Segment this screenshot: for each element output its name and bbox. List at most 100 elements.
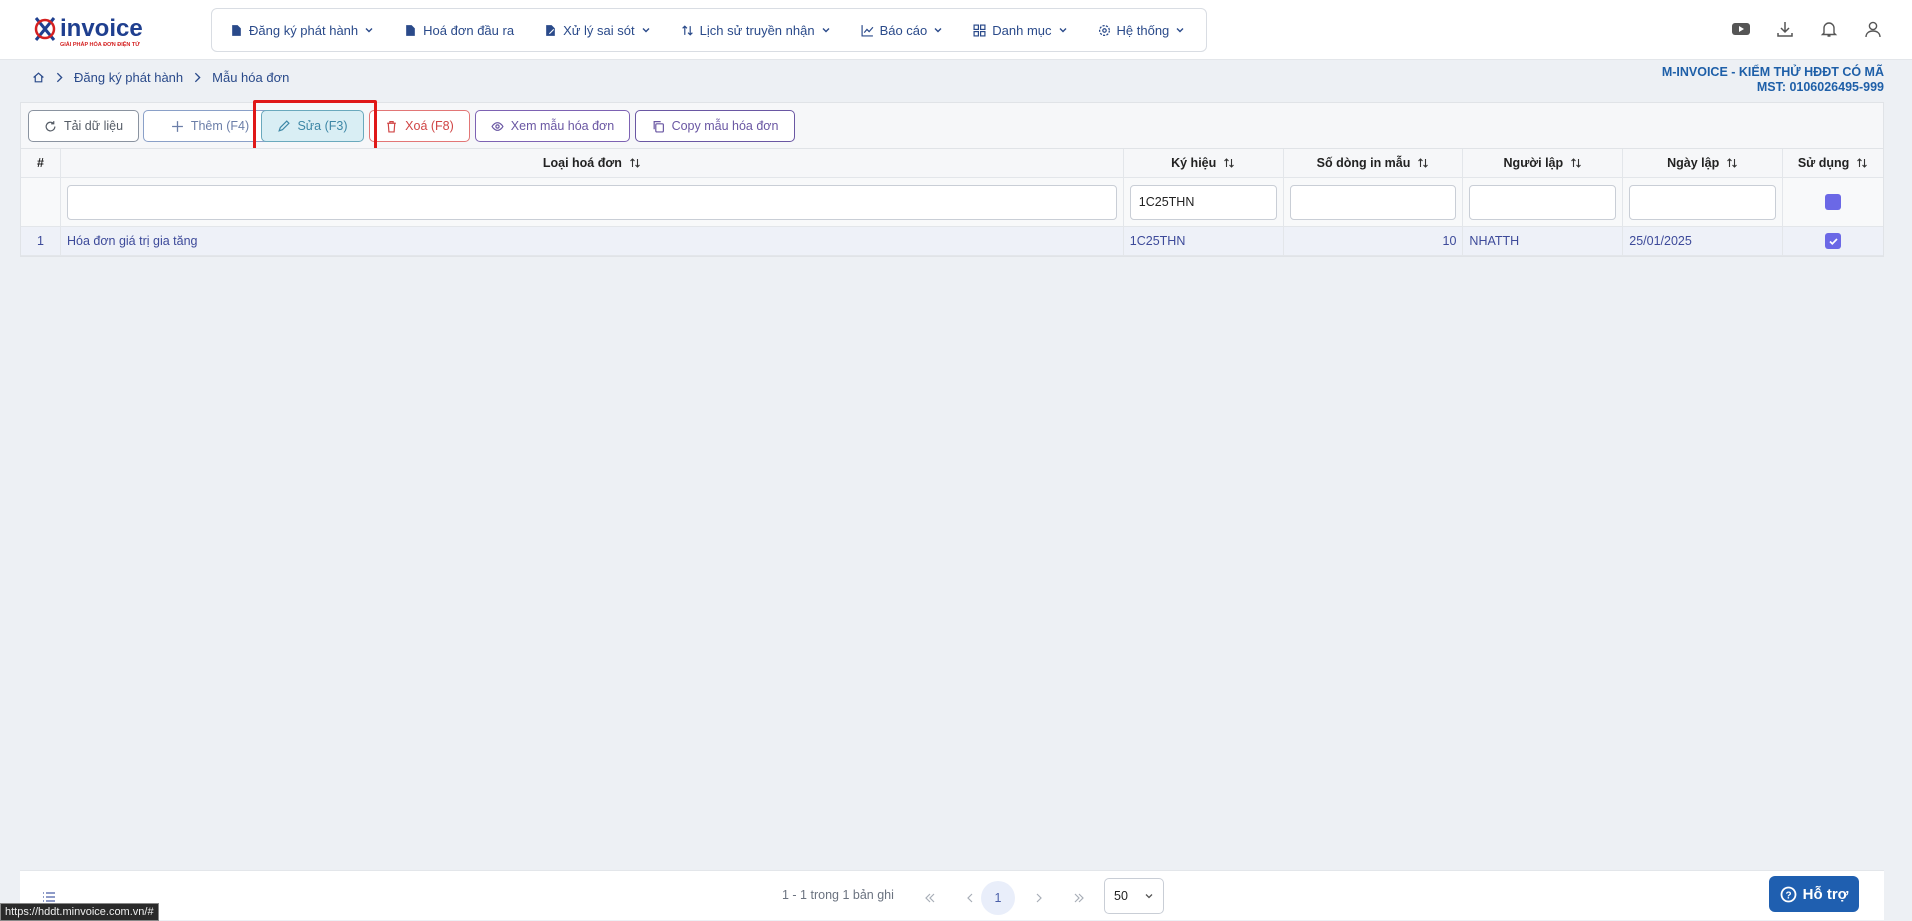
- filter-used-checkbox[interactable]: [1825, 194, 1842, 210]
- file-edit-icon: [546, 24, 555, 36]
- sort-icon: [1571, 158, 1582, 168]
- chevron-down-icon: [822, 28, 830, 33]
- eye-icon: [491, 121, 504, 131]
- next-page-button[interactable]: [1022, 881, 1056, 915]
- status-bar-url: https://hddt.minvoice.com.vn/#: [0, 903, 159, 921]
- col-header-lines[interactable]: Số dòng in mẫu: [1283, 149, 1464, 177]
- nav-he-thong[interactable]: Hệ thống: [1098, 23, 1186, 38]
- filter-type-cell: [60, 178, 1124, 226]
- record-summary: 1 - 1 trong 1 bản ghi: [782, 888, 894, 902]
- filter-lines-cell: [1283, 178, 1464, 226]
- plus-icon: [171, 120, 183, 132]
- add-label: Thêm (F4): [190, 119, 250, 133]
- page-size-value: 50: [1114, 889, 1128, 903]
- col-header-type[interactable]: Loại hoá đơn: [60, 149, 1124, 177]
- top-header: invoice GIẢI PHÁP HÓA ĐƠN ĐIỆN TỬ Đăng k…: [0, 0, 1912, 60]
- col-label: Người lập: [1503, 156, 1564, 170]
- nav-dang-ky-phat-hanh[interactable]: Đăng ký phát hành: [230, 23, 374, 38]
- delete-button[interactable]: Xoá (F8): [369, 110, 470, 142]
- sort-icon: [1727, 158, 1738, 168]
- nav-label: Đăng ký phát hành: [249, 22, 359, 38]
- current-page-button[interactable]: 1: [981, 881, 1015, 915]
- gear-icon: [1098, 24, 1110, 36]
- company-info: M-INVOICE - KIỂM THỬ HĐĐT CÓ MÃ MST: 010…: [1662, 65, 1884, 95]
- copy-template-button[interactable]: Copy mẫu hóa đơn: [635, 110, 795, 142]
- table-header: # Loại hoá đơn Ký hiệu Số dòng in mẫu Ng…: [21, 149, 1883, 178]
- reload-label: Tải dữ liệu: [63, 119, 124, 133]
- company-name: M-INVOICE - KIỂM THỬ HĐĐT CÓ MÃ: [1661, 65, 1884, 79]
- help-icon: ?: [1780, 886, 1797, 902]
- breadcrumb-parent[interactable]: Đăng ký phát hành: [74, 70, 183, 85]
- breadcrumb-current: Mẫu hóa đơn: [212, 70, 290, 85]
- chevron-down-icon: [1059, 28, 1067, 33]
- sort-icon: [681, 24, 693, 36]
- nav-xu-ly-sai-sot[interactable]: Xử lý sai sót: [544, 23, 651, 38]
- col-header-index: #: [21, 149, 61, 177]
- file-icon: [232, 24, 241, 36]
- page-size-select[interactable]: 50: [1104, 878, 1164, 914]
- chevron-down-icon: [1176, 28, 1184, 33]
- home-icon[interactable]: [32, 71, 45, 84]
- reload-button[interactable]: Tải dữ liệu: [28, 110, 139, 142]
- chevron-down-icon: [365, 28, 373, 33]
- filter-symbol-cell: [1123, 178, 1284, 226]
- copy-template-label: Copy mẫu hóa đơn: [671, 119, 779, 133]
- help-button[interactable]: ? Hỗ trợ: [1769, 876, 1859, 912]
- nav-bao-cao[interactable]: Báo cáo: [861, 23, 944, 38]
- chevron-down-icon: [934, 28, 942, 33]
- filter-date-input[interactable]: [1629, 184, 1777, 220]
- help-label: Hỗ trợ: [1802, 885, 1849, 903]
- delete-label: Xoá (F8): [405, 119, 454, 133]
- main-nav: Đăng ký phát hành Hoá đơn đầu ra Xử lý s…: [211, 8, 1207, 52]
- chevron-right-icon: [1036, 893, 1042, 903]
- grid-icon: [973, 23, 986, 37]
- nav-label: Danh mục: [992, 22, 1052, 38]
- nav-label: Hoá đơn đầu ra: [423, 22, 515, 38]
- download-icon[interactable]: [1774, 18, 1796, 40]
- filter-symbol-input[interactable]: [1129, 184, 1277, 220]
- first-page-button[interactable]: [913, 881, 947, 915]
- company-tax: MST: 0106026495-999: [1756, 80, 1884, 94]
- nav-label: Xử lý sai sót: [563, 22, 635, 38]
- col-label: Sử dụng: [1797, 156, 1850, 170]
- sort-icon: [1857, 158, 1868, 168]
- col-header-creator[interactable]: Người lập: [1463, 149, 1624, 177]
- svg-text:GIẢI PHÁP HÓA ĐƠN ĐIỆN TỬ: GIẢI PHÁP HÓA ĐƠN ĐIỆN TỬ: [60, 40, 140, 48]
- filter-creator-input[interactable]: [1469, 184, 1617, 220]
- filter-type-input[interactable]: [66, 184, 1117, 220]
- minvoice-logo[interactable]: invoice GIẢI PHÁP HÓA ĐƠN ĐIỆN TỬ: [32, 10, 172, 50]
- bell-icon[interactable]: [1818, 18, 1840, 40]
- user-icon[interactable]: [1862, 18, 1884, 40]
- col-header-used[interactable]: Sử dụng: [1783, 149, 1883, 177]
- list-icon[interactable]: [42, 890, 56, 904]
- filter-lines-input[interactable]: [1289, 184, 1457, 220]
- row-symbol: 1C25THN: [1123, 227, 1284, 255]
- row-used-cell: [1783, 227, 1883, 255]
- filter-index-cell: [21, 178, 61, 226]
- row-used-checkbox[interactable]: [1825, 233, 1842, 249]
- nav-lich-su-truyen-nhan[interactable]: Lịch sử truyền nhận: [681, 23, 831, 38]
- view-template-button[interactable]: Xem mẫu hóa đơn: [475, 110, 630, 142]
- last-page-button[interactable]: [1062, 881, 1096, 915]
- check-icon: [1828, 237, 1838, 245]
- filter-row: [21, 178, 1883, 227]
- trash-icon: [387, 120, 397, 133]
- row-date: 25/01/2025: [1623, 227, 1784, 255]
- chevron-down-icon: [642, 28, 650, 33]
- col-label: Loại hoá đơn: [542, 156, 622, 170]
- chevron-down-icon: [1145, 894, 1153, 899]
- file-icon: [406, 24, 415, 36]
- youtube-icon[interactable]: [1730, 18, 1752, 40]
- chevrons-right-icon: [1074, 893, 1084, 903]
- chevron-right-icon: [56, 72, 63, 83]
- nav-hoa-don-dau-ra[interactable]: Hoá đơn đầu ra: [404, 23, 514, 38]
- filter-date-cell: [1623, 178, 1784, 226]
- nav-danh-muc[interactable]: Danh mục: [973, 23, 1067, 38]
- row-lines: 10: [1283, 227, 1464, 255]
- col-header-symbol[interactable]: Ký hiệu: [1123, 149, 1284, 177]
- col-header-date[interactable]: Ngày lập: [1623, 149, 1784, 177]
- table-row[interactable]: 1 Hóa đơn giá trị gia tăng 1C25THN 10 NH…: [21, 227, 1883, 256]
- refresh-icon: [45, 120, 56, 131]
- view-template-label: Xem mẫu hóa đơn: [510, 119, 615, 133]
- chart-icon: [861, 24, 873, 37]
